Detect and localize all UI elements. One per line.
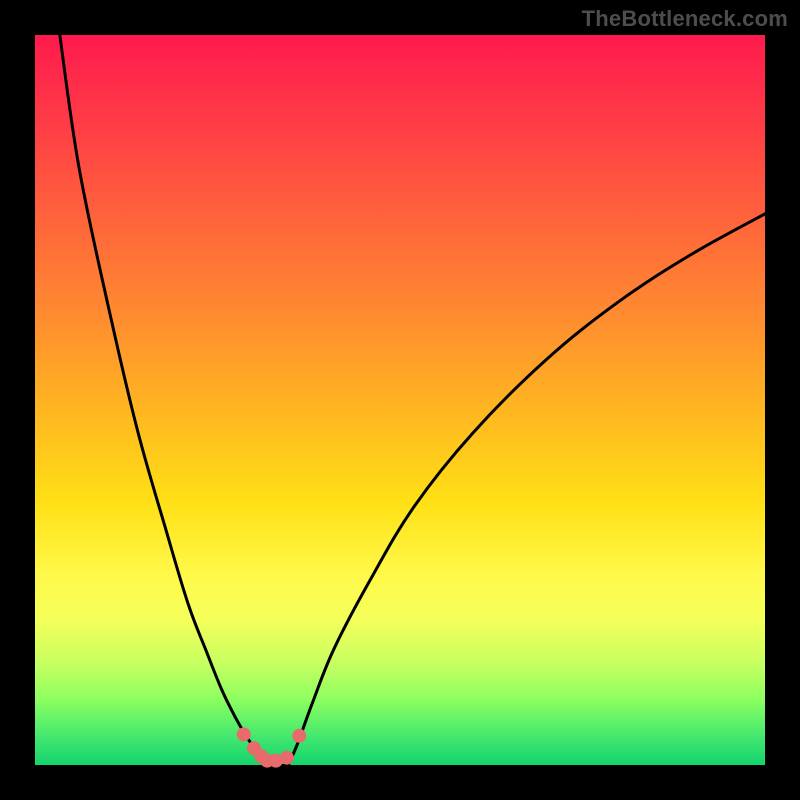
highlight-dot [292,729,306,743]
highlight-dot [280,751,294,765]
bottleneck-chart [0,0,800,800]
highlight-dot [237,727,251,741]
curve-right-curve [288,214,765,765]
curve-left-curve [60,35,267,765]
